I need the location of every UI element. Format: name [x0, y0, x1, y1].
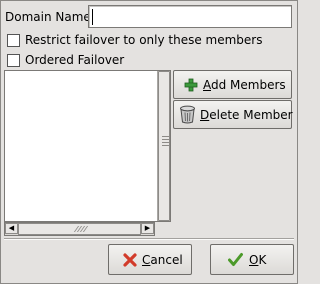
domain-name-label: Domain Name	[5, 10, 91, 24]
members-list[interactable]	[4, 70, 171, 222]
plus-icon	[184, 78, 198, 92]
ordered-failover-checkbox[interactable]	[7, 54, 20, 67]
cancel-button[interactable]: Cancel	[108, 244, 192, 275]
horizontal-scrollbar-thumb[interactable]	[18, 223, 141, 235]
cancel-x-icon	[123, 252, 137, 267]
ok-button[interactable]: OK	[210, 244, 294, 275]
vertical-scrollbar[interactable]	[157, 71, 170, 221]
domain-name-input[interactable]	[88, 5, 292, 28]
restrict-failover-checkbox[interactable]	[7, 34, 20, 47]
scroll-right-arrow-icon[interactable]: ▶	[141, 223, 154, 234]
ordered-failover-label[interactable]: Ordered Failover	[25, 52, 124, 68]
checkmark-icon	[228, 252, 243, 267]
delete-member-button[interactable]: Delete Member	[173, 100, 293, 129]
horizontal-scrollbar[interactable]: ◀ ▶	[4, 222, 155, 236]
trash-can-icon	[179, 105, 196, 124]
text-caret	[92, 9, 93, 25]
vertical-scrollbar-thumb[interactable]	[158, 71, 170, 221]
add-members-button[interactable]: Add Members	[173, 70, 292, 99]
scroll-left-arrow-icon[interactable]: ◀	[5, 223, 18, 234]
separator	[4, 238, 294, 240]
restrict-failover-label[interactable]: Restrict failover to only these members	[25, 32, 263, 48]
